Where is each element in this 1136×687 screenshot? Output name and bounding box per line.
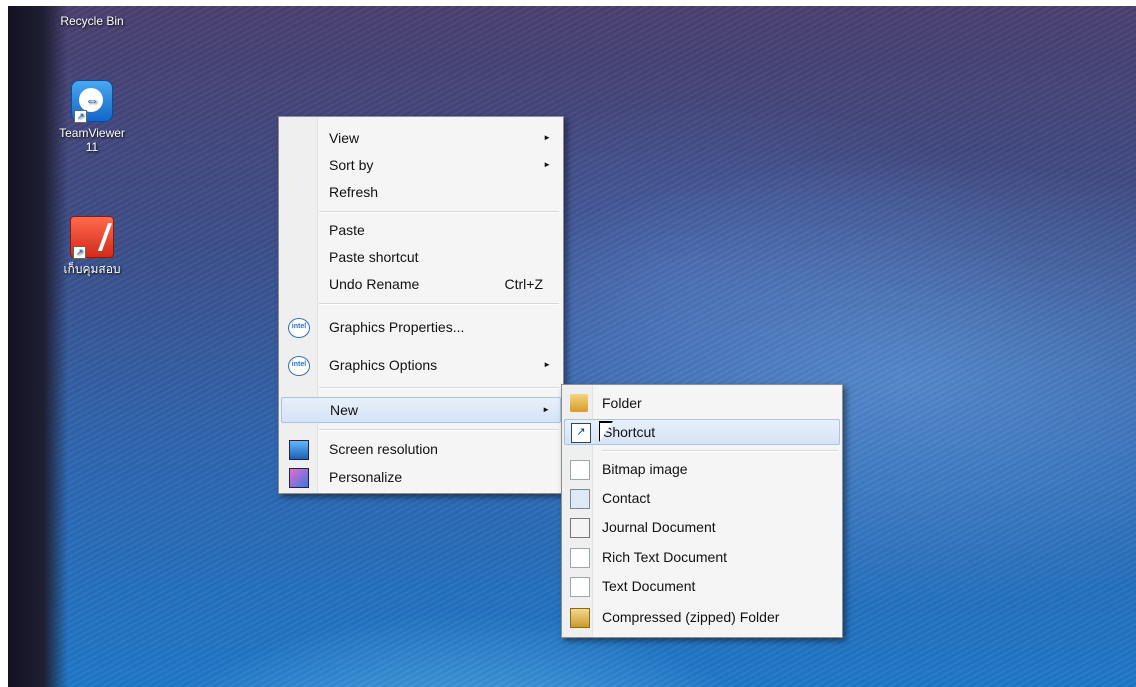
menu-item-graphics-properties[interactable]: intel Graphics Properties... [281, 315, 561, 339]
menu-item-label: Text Document [602, 578, 696, 594]
submenu-item-rtf[interactable]: Rich Text Document [564, 545, 840, 569]
submenu-item-zip-folder[interactable]: Compressed (zipped) Folder [564, 605, 840, 629]
rtf-icon [570, 548, 590, 568]
menu-item-label: Screen resolution [329, 441, 438, 457]
shortcut-icon: ↗ [571, 423, 591, 443]
menu-item-label: Contact [602, 490, 651, 506]
menu-separator [319, 303, 559, 305]
zip-folder-icon [570, 608, 590, 628]
menu-separator [319, 429, 559, 431]
menu-item-paste-shortcut[interactable]: Paste shortcut [281, 245, 561, 269]
menu-item-screen-resolution[interactable]: Screen resolution [281, 437, 561, 461]
menu-item-label: Personalize [329, 469, 403, 485]
menu-item-personalize[interactable]: Personalize [281, 465, 561, 489]
desktop-icon-app[interactable]: ↗ เก็บคุมสอบ [52, 216, 132, 276]
teamviewer-icon: ⇔ ↗ [71, 80, 113, 123]
menu-item-label: Sort by [329, 157, 374, 173]
desktop-icon-teamviewer[interactable]: ⇔ ↗ TeamViewer 11 [52, 80, 132, 154]
menu-item-view[interactable]: View ► [281, 126, 561, 150]
desktop-icon-label: เก็บคุมสอบ [63, 262, 121, 276]
submenu-item-contact[interactable]: Contact [564, 486, 840, 510]
desktop[interactable]: Recycle Bin ⇔ ↗ TeamViewer 11 ↗ เก็บคุมส… [8, 6, 1136, 687]
submenu-arrow-icon: ► [543, 160, 551, 169]
bitmap-icon [570, 460, 590, 480]
menu-item-label: New [330, 402, 359, 418]
menu-item-label: Bitmap image [602, 461, 688, 477]
text-doc-icon [570, 577, 590, 597]
menu-separator [602, 450, 838, 452]
submenu-arrow-icon: ► [542, 405, 550, 414]
submenu-item-journal[interactable]: Journal Document [564, 515, 840, 539]
menu-item-label: Graphics Options [329, 357, 438, 373]
menu-item-label: Compressed (zipped) Folder [602, 609, 780, 625]
menu-item-graphics-options[interactable]: intel Graphics Options ► [281, 353, 561, 377]
menu-separator [319, 211, 559, 213]
folder-icon [570, 394, 588, 412]
menu-item-label: Graphics Properties... [329, 319, 465, 335]
monitor-icon [289, 440, 309, 460]
menu-item-label: Paste [329, 222, 365, 238]
submenu-arrow-icon: ► [543, 133, 551, 142]
app-hammer-icon: ↗ [70, 216, 114, 259]
menu-item-label: Refresh [329, 184, 379, 200]
menu-item-label: Paste shortcut [329, 249, 419, 265]
menu-item-label: Folder [602, 395, 642, 411]
journal-icon [570, 518, 590, 538]
desktop-context-menu: View ► Sort by ► Refresh Paste Paste sho… [278, 116, 564, 494]
desktop-icon-label: Recycle Bin [60, 14, 124, 28]
menu-item-label: Undo Rename [329, 276, 420, 292]
menu-item-label: Journal Document [602, 519, 716, 535]
menu-item-label: Rich Text Document [602, 549, 728, 565]
menu-item-new[interactable]: New ► [281, 397, 561, 423]
menu-item-undo-rename[interactable]: Undo Rename Ctrl+Z [281, 272, 561, 296]
contact-icon [570, 489, 590, 509]
submenu-item-folder[interactable]: Folder [564, 391, 840, 415]
mouse-cursor-icon [600, 423, 612, 441]
desktop-icon-label: TeamViewer 11 [59, 126, 125, 154]
personalize-icon [289, 468, 309, 488]
submenu-item-bitmap[interactable]: Bitmap image [564, 457, 840, 481]
menu-separator [319, 387, 559, 389]
intel-icon: intel [288, 356, 310, 376]
submenu-item-text-document[interactable]: Text Document [564, 574, 840, 598]
menu-item-accelerator: Ctrl+Z [504, 276, 544, 292]
menu-item-paste[interactable]: Paste [281, 218, 561, 242]
desktop-icon-recycle-bin[interactable]: Recycle Bin [52, 14, 132, 28]
intel-icon: intel [288, 318, 310, 338]
shortcut-overlay-icon: ↗ [74, 110, 87, 123]
shortcut-overlay-icon: ↗ [73, 246, 86, 259]
menu-item-label: View [329, 130, 360, 146]
menu-item-sort-by[interactable]: Sort by ► [281, 153, 561, 177]
submenu-arrow-icon: ► [543, 360, 551, 369]
menu-item-refresh[interactable]: Refresh [281, 180, 561, 204]
